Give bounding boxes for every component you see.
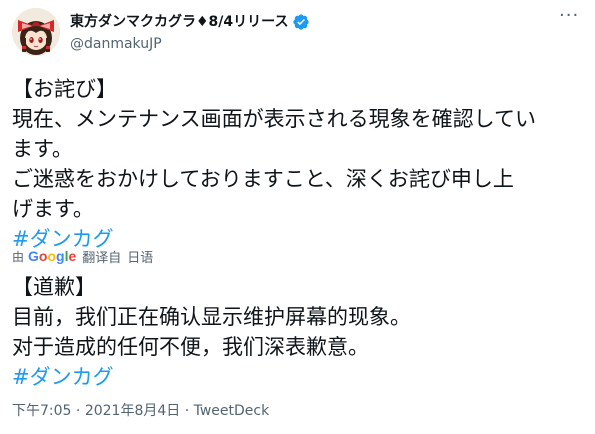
meta-separator: · [75, 403, 81, 419]
tweet-time[interactable]: 下午7:05 [12, 403, 71, 419]
translated-from-label: 翻译自 [82, 250, 122, 266]
tweet: 東方ダンマクカグラ♦8/4リリース @danmakuJP ··· 【お詫び】 現… [0, 0, 595, 434]
display-name-row: 東方ダンマクカグラ♦8/4リリース [70, 12, 310, 32]
tweet-date[interactable]: 2021年8月4日 [85, 403, 180, 419]
display-name[interactable]: 東方ダンマクカグラ♦8/4リリース [70, 12, 288, 32]
tweet-meta: 下午7:05 · 2021年8月4日 · TweetDeck [12, 400, 269, 420]
source-language: 日语 [127, 250, 154, 266]
tweet-line: ます。 [12, 137, 73, 161]
more-options-icon[interactable]: ··· [559, 7, 579, 30]
translated-line: 【道歉】 [12, 275, 96, 299]
translated-hashtag-link[interactable]: #ダンカグ [12, 365, 114, 389]
tweet-source[interactable]: TweetDeck [194, 403, 270, 419]
avatar[interactable] [12, 8, 60, 56]
tweet-text: 【お詫び】 現在、メンテナンス画面が表示される現象を確認してい ます。 ご迷惑を… [12, 74, 577, 254]
author-names: 東方ダンマクカグラ♦8/4リリース @danmakuJP [70, 12, 310, 54]
tweet-header: 東方ダンマクカグラ♦8/4リリース @danmakuJP ··· [12, 7, 583, 56]
translated-line: 目前，我们正在确认显示维护屏幕的现象。 [12, 305, 411, 329]
tweet-line: 現在、メンテナンス画面が表示される現象を確認してい [12, 107, 536, 131]
translated-by-label: 由 [12, 249, 25, 264]
tweet-line: ご迷惑をおかけしておりますこと、深くお詫び申し上 [12, 167, 514, 191]
translated-line: 对于造成的任何不便，我们深表歉意。 [12, 335, 369, 359]
meta-separator: · [184, 403, 190, 419]
tweet-line: 【お詫び】 [12, 77, 117, 101]
tweet-line: げます。 [12, 197, 94, 221]
translation-attribution[interactable]: 由 Google 翻译自 日语 [12, 246, 153, 266]
author-handle[interactable]: @danmakuJP [70, 34, 310, 54]
translated-text: 【道歉】 目前，我们正在确认显示维护屏幕的现象。 对于造成的任何不便，我们深表歉… [12, 272, 577, 392]
verified-badge-icon [292, 13, 310, 31]
google-logo: Google [28, 248, 77, 264]
